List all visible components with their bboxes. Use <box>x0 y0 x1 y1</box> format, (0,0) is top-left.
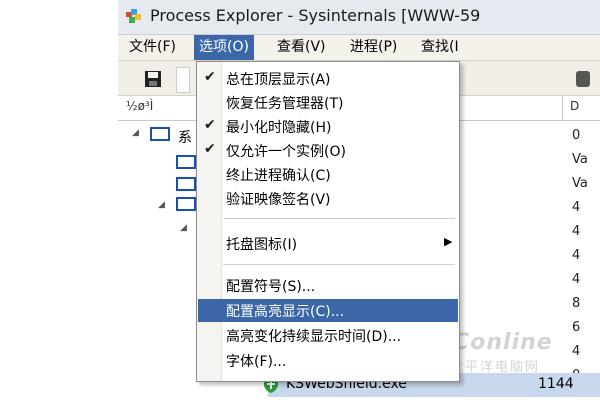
checkmark-icon: ✔ <box>204 117 216 133</box>
window-title: Process Explorer - Sysinternals [WWW-59 <box>150 6 481 25</box>
options-dropdown-menu: ✔ 总在顶层显示(A) 恢复任务管理器(T) ✔ 最小化时隐藏(H) ✔ 仅允许… <box>196 61 460 382</box>
menu-item-label: 高亮变化持续显示时间(D)... <box>226 329 402 345</box>
submenu-arrow-icon: ▶ <box>444 235 453 248</box>
menu-file[interactable]: 文件(F) <box>124 35 181 60</box>
menu-item-label: 恢复任务管理器(T) <box>226 96 344 112</box>
expand-arrow-icon[interactable]: ◢ <box>180 223 187 233</box>
checkmark-icon: ✔ <box>204 69 216 85</box>
menu-item-label: 配置符号(S)... <box>226 279 316 295</box>
column-process[interactable]: ½ø³Ì <box>126 99 153 113</box>
pid-cell: Va <box>572 152 588 167</box>
pid-cell: 0 <box>572 128 581 143</box>
pid-cell: Va <box>572 176 588 191</box>
menu-item-configure-highlighting[interactable]: 配置高亮显示(C)... <box>198 299 458 322</box>
menu-item-tray-icons[interactable]: 托盘图标(I) ▶ <box>198 232 458 255</box>
expand-arrow-icon[interactable]: ◢ <box>132 128 139 138</box>
menu-item-font[interactable]: 字体(F)... <box>198 349 458 372</box>
pid-cell: 4 <box>572 200 581 215</box>
pid-cell: 8 <box>572 296 581 311</box>
column-pid[interactable]: D <box>570 99 579 113</box>
menu-options[interactable]: 选项(O) <box>194 35 254 60</box>
menu-bar: 文件(F) 选项(O) 查看(V) 进程(P) 查找(I <box>118 35 600 61</box>
menu-view[interactable]: 查看(V) <box>272 35 331 60</box>
menu-item-label: 总在顶层显示(A) <box>226 72 331 88</box>
title-bar: Process Explorer - Sysinternals [WWW-59 <box>118 0 600 35</box>
watermark-sub-text: 太平洋电脑网 <box>450 360 541 375</box>
menu-item-label: 验证映像签名(V) <box>226 192 331 208</box>
menu-item-highlight-duration[interactable]: 高亮变化持续显示时间(D)... <box>198 324 458 347</box>
process-icon <box>176 155 196 169</box>
toolbar-icon[interactable] <box>576 71 590 87</box>
menu-item-restore-task-manager[interactable]: 恢复任务管理器(T) <box>198 91 458 114</box>
menu-item-label: 配置高亮显示(C)... <box>226 304 345 320</box>
pid-cell: 4 <box>572 272 581 287</box>
process-pid: 1144 <box>538 376 574 392</box>
process-icon <box>150 127 170 141</box>
menu-item-configure-symbols[interactable]: 配置符号(S)... <box>198 274 458 297</box>
save-icon[interactable] <box>144 70 162 88</box>
menu-item-verify-signatures[interactable]: 验证映像签名(V) <box>198 187 458 210</box>
process-icon <box>176 197 196 211</box>
menu-item-label: 仅允许一个实例(O) <box>226 144 346 160</box>
menu-separator <box>223 264 455 265</box>
menu-item-label: 终止进程确认(C) <box>226 168 331 184</box>
menu-item-label: 最小化时隐藏(H) <box>226 120 332 136</box>
process-icon <box>176 177 196 191</box>
pid-cell: 4 <box>572 224 581 239</box>
expand-arrow-icon[interactable]: ◢ <box>158 200 165 210</box>
toolbar-button[interactable] <box>176 67 190 93</box>
menu-item-always-on-top[interactable]: ✔ 总在顶层显示(A) <box>198 67 458 90</box>
app-icon <box>126 9 142 23</box>
menu-find[interactable]: 查找(I <box>416 35 464 60</box>
menu-item-single-instance[interactable]: ✔ 仅允许一个实例(O) <box>198 139 458 162</box>
menu-item-confirm-kill[interactable]: 终止进程确认(C) <box>198 163 458 186</box>
checkmark-icon: ✔ <box>204 141 216 157</box>
menu-item-label: 托盘图标(I) <box>226 237 298 253</box>
menu-item-hide-when-minimized[interactable]: ✔ 最小化时隐藏(H) <box>198 115 458 138</box>
menu-process[interactable]: 进程(P) <box>345 35 402 60</box>
menu-separator <box>223 218 455 219</box>
menu-item-label: 字体(F)... <box>226 354 287 370</box>
process-name: 系 <box>178 130 192 146</box>
pid-cell: 4 <box>572 248 581 263</box>
